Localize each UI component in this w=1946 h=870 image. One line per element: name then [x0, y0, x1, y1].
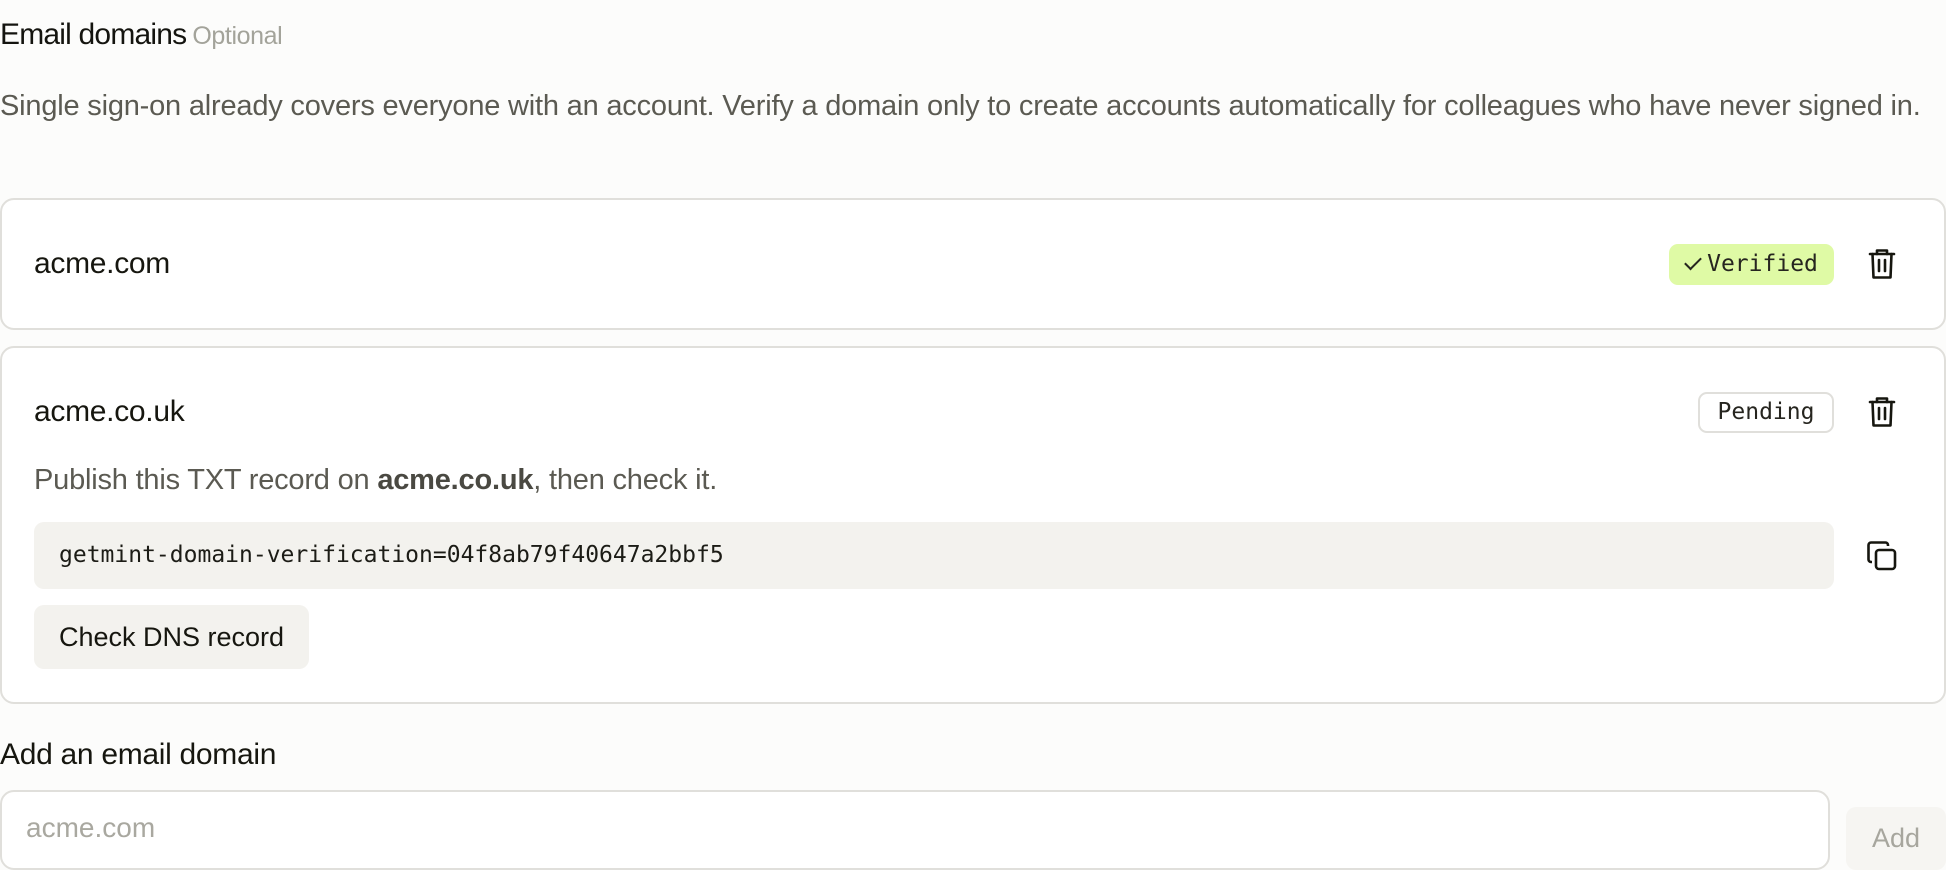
section-description: Single sign-on already covers everyone w…: [0, 90, 1921, 122]
copy-icon: [1867, 541, 1897, 571]
add-domain-button[interactable]: Add: [1846, 807, 1946, 870]
add-domain-label: Add an email domain: [0, 738, 277, 771]
trash-icon: [1868, 249, 1896, 279]
section-heading: Email domains Optional: [0, 18, 283, 52]
delete-domain-button[interactable]: [1862, 392, 1902, 432]
email-domains-section: Email domains Optional Single sign-on al…: [0, 0, 1946, 870]
add-domain-input[interactable]: [0, 790, 1830, 870]
status-badge: Verified: [1669, 244, 1834, 285]
instructions-suffix: , then check it.: [533, 464, 718, 496]
status-badge-label: Verified: [1707, 251, 1818, 277]
delete-domain-button[interactable]: [1862, 244, 1902, 284]
txt-record-value[interactable]: getmint-domain-verification=04f8ab79f406…: [34, 522, 1834, 589]
check-dns-record-button[interactable]: Check DNS record: [34, 605, 309, 669]
optional-label: Optional: [192, 22, 283, 50]
domain-card-pending: acme.co.uk Pending Publish this TXT reco…: [0, 346, 1946, 704]
domain-name: acme.co.uk: [34, 395, 185, 428]
instructions-domain: acme.co.uk: [377, 464, 534, 496]
domain-card-verified: acme.com Verified: [0, 198, 1946, 330]
check-icon: [1684, 252, 1702, 271]
instructions-prefix: Publish this TXT record on: [34, 464, 378, 496]
section-title: Email domains: [0, 18, 187, 51]
domain-name: acme.com: [34, 247, 170, 280]
status-badge: Pending: [1698, 392, 1834, 433]
trash-icon: [1868, 397, 1896, 427]
txt-instructions: Publish this TXT record on acme.co.uk, t…: [34, 464, 717, 497]
copy-txt-record-button[interactable]: [1862, 536, 1902, 576]
